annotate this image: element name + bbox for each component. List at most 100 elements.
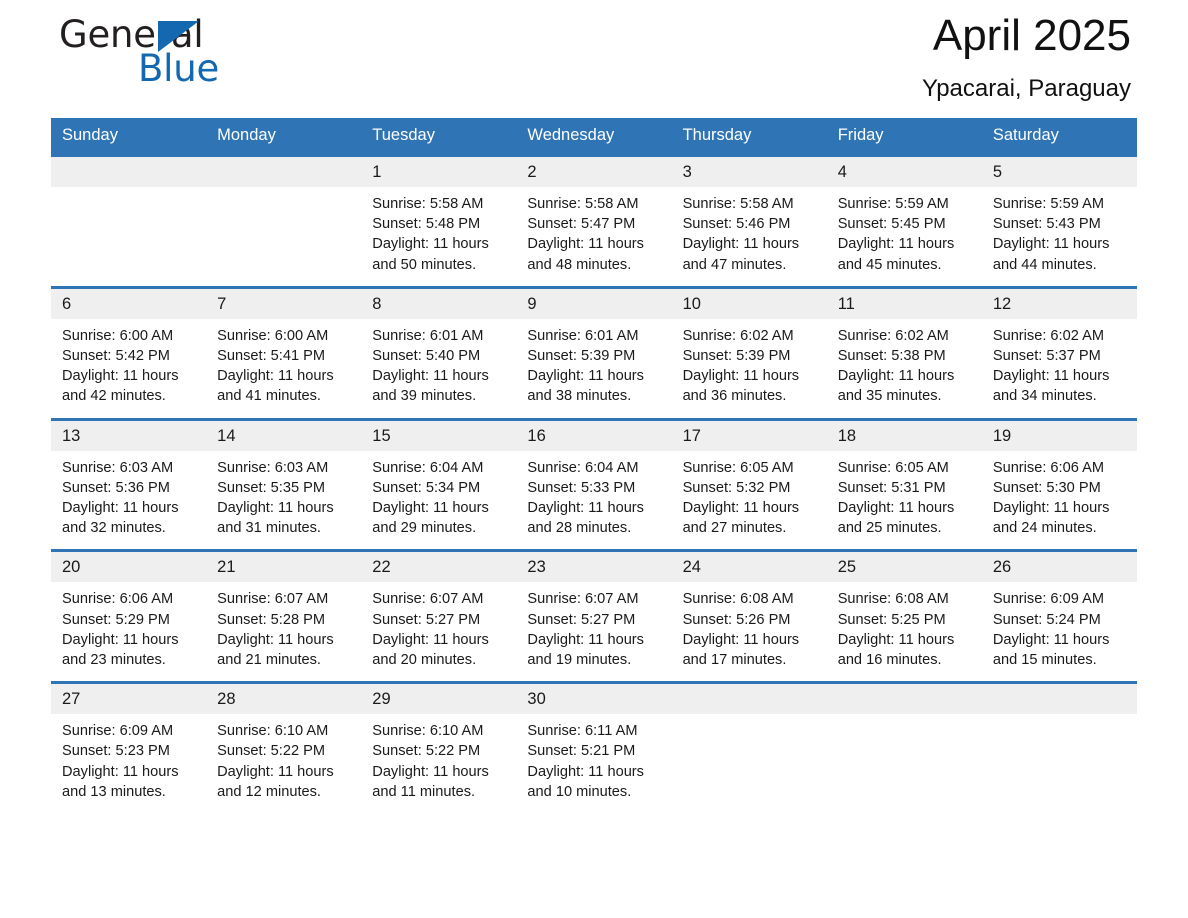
sunrise-text: Sunrise: 5:59 AM (837, 196, 949, 212)
day-cell[interactable]: 12 Sunrise: 6:02 AM Sunset: 5:37 PM Dayl… (981, 287, 1137, 406)
daylight-text-line1: Daylight: 11 hours (372, 763, 489, 780)
day-detail: Sunrise: 6:10 AM Sunset: 5:22 PM Dayligh… (361, 714, 516, 802)
daylight-text-line1: Daylight: 11 hours (527, 236, 644, 253)
daylight-text-line2: and 24 minutes. (992, 520, 1097, 537)
daylight-text-line1: Daylight: 11 hours (217, 500, 334, 517)
daylight-text-line1: Daylight: 11 hours (837, 368, 955, 385)
day-number: 17 (671, 420, 827, 451)
sunrise-text: Sunrise: 6:04 AM (372, 459, 484, 476)
day-detail: Sunrise: 6:09 AM Sunset: 5:24 PM Dayligh… (982, 582, 1137, 670)
day-cell[interactable]: 6 Sunrise: 6:00 AM Sunset: 5:42 PM Dayli… (51, 287, 207, 406)
sunset-text: Sunset: 5:48 PM (372, 216, 481, 233)
day-cell[interactable]: 2 Sunrise: 5:58 AM Sunset: 5:47 PM Dayli… (516, 156, 672, 275)
sunset-text: Sunset: 5:25 PM (837, 611, 946, 628)
day-cell (981, 683, 1137, 802)
daylight-text-line1: Daylight: 11 hours (62, 500, 179, 517)
sunrise-text: Sunrise: 6:09 AM (992, 591, 1104, 608)
day-cell (826, 683, 982, 802)
day-cell[interactable]: 30 Sunrise: 6:11 AM Sunset: 5:21 PM Dayl… (516, 683, 672, 802)
daylight-text-line1: Daylight: 11 hours (837, 236, 955, 253)
day-detail: Sunrise: 6:00 AM Sunset: 5:41 PM Dayligh… (206, 319, 361, 407)
sunrise-text: Sunrise: 6:05 AM (682, 459, 794, 476)
page-subtitle: Ypacarai, Paraguay (921, 75, 1131, 102)
day-cell[interactable]: 10 Sunrise: 6:02 AM Sunset: 5:39 PM Dayl… (671, 287, 827, 406)
sunset-text: Sunset: 5:46 PM (682, 216, 791, 233)
calendar-week-row: 1 Sunrise: 5:58 AM Sunset: 5:48 PM Dayli… (51, 155, 1137, 275)
day-number: 1 (361, 157, 517, 187)
day-cell[interactable]: 26 Sunrise: 6:09 AM Sunset: 5:24 PM Dayl… (981, 551, 1137, 670)
daylight-text-line2: and 28 minutes. (527, 520, 632, 537)
daylight-text-line2: and 45 minutes. (837, 256, 942, 273)
sunrise-text: Sunrise: 6:04 AM (527, 459, 639, 476)
day-detail: Sunrise: 6:07 AM Sunset: 5:27 PM Dayligh… (361, 582, 516, 670)
day-cell[interactable]: 14 Sunrise: 6:03 AM Sunset: 5:35 PM Dayl… (206, 419, 362, 538)
day-detail: Sunrise: 6:07 AM Sunset: 5:28 PM Dayligh… (206, 582, 361, 670)
day-cell[interactable]: 16 Sunrise: 6:04 AM Sunset: 5:33 PM Dayl… (516, 419, 672, 538)
weekday-header-monday: Monday (206, 118, 362, 156)
day-cell[interactable]: 28 Sunrise: 6:10 AM Sunset: 5:22 PM Dayl… (206, 683, 362, 802)
day-number: 10 (671, 288, 827, 319)
day-cell (51, 156, 207, 275)
sunset-text: Sunset: 5:39 PM (682, 348, 791, 365)
day-cell[interactable]: 13 Sunrise: 6:03 AM Sunset: 5:36 PM Dayl… (51, 419, 207, 538)
daylight-text-line2: and 12 minutes. (217, 783, 321, 800)
sunset-text: Sunset: 5:35 PM (217, 479, 326, 496)
day-cell[interactable]: 5 Sunrise: 5:59 AM Sunset: 5:43 PM Dayli… (981, 156, 1137, 275)
day-cell[interactable]: 15 Sunrise: 6:04 AM Sunset: 5:34 PM Dayl… (361, 419, 517, 538)
calendar-week-row: 13 Sunrise: 6:03 AM Sunset: 5:36 PM Dayl… (51, 419, 1137, 538)
daylight-text-line2: and 44 minutes. (992, 256, 1097, 273)
sunset-text: Sunset: 5:21 PM (527, 743, 636, 760)
sunset-text: Sunset: 5:30 PM (992, 479, 1101, 496)
day-number: 29 (361, 684, 517, 715)
sunrise-text: Sunrise: 6:07 AM (527, 591, 639, 608)
day-number: 26 (981, 552, 1137, 583)
day-cell[interactable]: 24 Sunrise: 6:08 AM Sunset: 5:26 PM Dayl… (671, 551, 827, 670)
day-number: 2 (516, 157, 672, 187)
day-cell[interactable]: 20 Sunrise: 6:06 AM Sunset: 5:29 PM Dayl… (51, 551, 207, 670)
day-cell[interactable]: 23 Sunrise: 6:07 AM Sunset: 5:27 PM Dayl… (516, 551, 672, 670)
day-cell[interactable]: 29 Sunrise: 6:10 AM Sunset: 5:22 PM Dayl… (361, 683, 517, 802)
daylight-text-line1: Daylight: 11 hours (62, 368, 179, 385)
calendar-table: Sunday Monday Tuesday Wednesday Thursday… (51, 118, 1137, 802)
day-number: 8 (361, 288, 517, 319)
day-cell[interactable]: 22 Sunrise: 6:07 AM Sunset: 5:27 PM Dayl… (361, 551, 517, 670)
logo-word-blue: Blue (138, 47, 220, 90)
sunset-text: Sunset: 5:31 PM (837, 479, 946, 496)
sunrise-text: Sunrise: 6:01 AM (527, 327, 639, 344)
day-cell[interactable]: 11 Sunrise: 6:02 AM Sunset: 5:38 PM Dayl… (826, 287, 982, 406)
calendar-week-row: 27 Sunrise: 6:09 AM Sunset: 5:23 PM Dayl… (51, 682, 1137, 802)
calendar-page: General Blue April 2025 Ypacarai, Paragu… (0, 0, 1188, 918)
day-cell[interactable]: 21 Sunrise: 6:07 AM Sunset: 5:28 PM Dayl… (206, 551, 362, 670)
day-cell[interactable]: 18 Sunrise: 6:05 AM Sunset: 5:31 PM Dayl… (826, 419, 982, 538)
day-cell[interactable]: 8 Sunrise: 6:01 AM Sunset: 5:40 PM Dayli… (361, 287, 517, 406)
daylight-text-line1: Daylight: 11 hours (217, 368, 334, 385)
day-cell[interactable]: 25 Sunrise: 6:08 AM Sunset: 5:25 PM Dayl… (826, 551, 982, 670)
sunset-text: Sunset: 5:23 PM (62, 743, 170, 760)
sunset-text: Sunset: 5:37 PM (992, 348, 1101, 365)
sunset-text: Sunset: 5:47 PM (527, 216, 636, 233)
sunrise-text: Sunrise: 5:58 AM (682, 196, 794, 212)
day-detail: Sunrise: 5:58 AM Sunset: 5:48 PM Dayligh… (361, 187, 516, 275)
day-number: 24 (671, 552, 827, 583)
week-spacer (51, 538, 1137, 551)
day-cell[interactable]: 7 Sunrise: 6:00 AM Sunset: 5:41 PM Dayli… (206, 287, 362, 407)
day-number: 18 (826, 420, 982, 451)
day-cell[interactable]: 17 Sunrise: 6:05 AM Sunset: 5:32 PM Dayl… (671, 419, 827, 538)
day-detail: Sunrise: 5:59 AM Sunset: 5:43 PM Dayligh… (982, 187, 1137, 275)
day-cell[interactable]: 19 Sunrise: 6:06 AM Sunset: 5:30 PM Dayl… (981, 419, 1137, 538)
day-cell[interactable]: 27 Sunrise: 6:09 AM Sunset: 5:23 PM Dayl… (51, 683, 207, 802)
day-number (981, 684, 1137, 715)
daylight-text-line2: and 34 minutes. (992, 388, 1097, 405)
sunrise-text: Sunrise: 6:11 AM (527, 723, 638, 740)
day-cell[interactable]: 1 Sunrise: 5:58 AM Sunset: 5:48 PM Dayli… (361, 156, 517, 275)
daylight-text-line2: and 36 minutes. (682, 388, 787, 405)
day-cell[interactable]: 3 Sunrise: 5:58 AM Sunset: 5:46 PM Dayli… (671, 156, 827, 275)
day-cell[interactable]: 9 Sunrise: 6:01 AM Sunset: 5:39 PM Dayli… (516, 287, 672, 406)
week-spacer (51, 274, 1137, 288)
sunset-text: Sunset: 5:33 PM (527, 479, 636, 496)
daylight-text-line1: Daylight: 11 hours (372, 368, 489, 385)
day-number: 22 (361, 552, 517, 583)
general-blue-logo[interactable]: General Blue (59, 12, 379, 100)
day-cell[interactable]: 4 Sunrise: 5:59 AM Sunset: 5:45 PM Dayli… (826, 156, 982, 275)
week-spacer (51, 406, 1137, 420)
